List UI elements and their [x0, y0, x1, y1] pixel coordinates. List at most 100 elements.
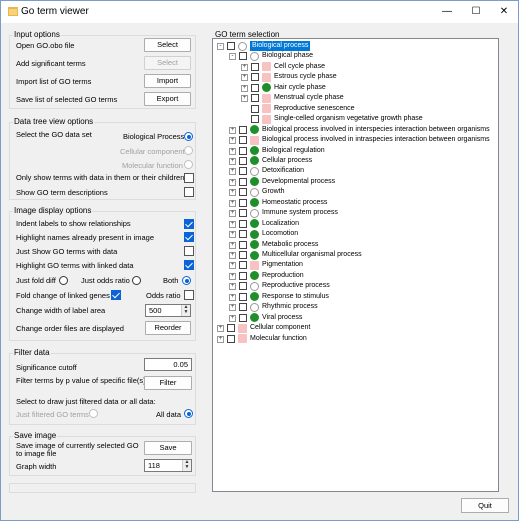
tree-node-label[interactable]: Metabolic process: [262, 240, 318, 250]
select-obo-button[interactable]: Select: [144, 38, 191, 52]
fold-change-checkbox[interactable]: [111, 290, 121, 300]
tree-node-label[interactable]: Multicellular organismal process: [262, 250, 362, 260]
tree-node-checkbox[interactable]: [251, 62, 259, 71]
tree-node-label[interactable]: Response to stimulus: [262, 292, 329, 302]
tree-node-label[interactable]: Developmental process: [262, 177, 335, 187]
tree-node-label[interactable]: Reproduction: [262, 271, 304, 281]
tree-node[interactable]: + Pigmentation: [229, 260, 493, 271]
expand-icon[interactable]: +: [229, 137, 236, 145]
highlight-linked-checkbox[interactable]: [184, 260, 194, 270]
tree-node-label[interactable]: Single-celled organism vegetative growth…: [274, 114, 423, 124]
go-term-tree[interactable]: - Biological process - Biological phase + Cel…: [212, 38, 499, 492]
save-button[interactable]: Save: [144, 441, 192, 455]
tree-node[interactable]: + Locomotion: [229, 229, 493, 240]
tree-node-checkbox[interactable]: [239, 156, 247, 165]
only-show-checkbox[interactable]: [184, 173, 194, 183]
tree-node-checkbox[interactable]: [239, 125, 247, 134]
expand-icon[interactable]: +: [229, 314, 236, 322]
tree-node-checkbox[interactable]: [227, 334, 235, 343]
tree-node-label[interactable]: Biological process: [250, 41, 311, 51]
tree-node-label[interactable]: Pigmentation: [262, 260, 303, 270]
export-button[interactable]: Export: [144, 92, 191, 106]
expand-icon[interactable]: +: [229, 199, 236, 207]
label-width-spinner[interactable]: ▲ ▼: [181, 305, 190, 316]
tree-node-checkbox[interactable]: [239, 136, 247, 145]
tree-node[interactable]: + Biological regulation: [229, 146, 493, 157]
tree-node-label[interactable]: Molecular function: [250, 334, 307, 344]
tree-node-label[interactable]: Growth: [262, 187, 285, 197]
tree-node-label[interactable]: Reproductive senescence: [274, 104, 355, 114]
tree-node-label[interactable]: Estrous cycle phase: [274, 72, 337, 82]
tree-node-label[interactable]: Rhythmic process: [262, 302, 318, 312]
tree-node-checkbox[interactable]: [239, 313, 247, 322]
tree-node[interactable]: + Hair cycle phase: [241, 83, 493, 94]
graph-width-spinner[interactable]: ▲ ▼: [182, 460, 191, 471]
expand-icon[interactable]: +: [217, 325, 224, 333]
collapse-icon[interactable]: -: [229, 53, 236, 61]
import-button[interactable]: Import: [144, 74, 191, 88]
expand-icon[interactable]: +: [229, 304, 236, 312]
expand-icon[interactable]: +: [229, 220, 236, 228]
tree-node[interactable]: + Metabolic process: [229, 240, 493, 251]
tree-node-label[interactable]: Biological phase: [262, 51, 313, 61]
tree-node[interactable]: + Response to stimulus: [229, 292, 493, 303]
expand-icon[interactable]: +: [229, 178, 236, 186]
tree-node[interactable]: + Localization: [229, 219, 493, 230]
tree-node[interactable]: - Biological phase: [229, 51, 493, 62]
tree-node[interactable]: + Immune system process: [229, 208, 493, 219]
tree-node-checkbox[interactable]: [251, 94, 259, 103]
tree-node-checkbox[interactable]: [239, 146, 247, 155]
tree-node-checkbox[interactable]: [239, 167, 247, 176]
odds-ratio-checkbox[interactable]: [184, 290, 194, 300]
tree-node[interactable]: Single-celled organism vegetative growth…: [241, 114, 493, 125]
tree-node[interactable]: + Reproductive process: [229, 281, 493, 292]
tree-node-label[interactable]: Cellular component: [250, 323, 310, 333]
tree-node-label[interactable]: Biological regulation: [262, 146, 325, 156]
tree-node-checkbox[interactable]: [239, 303, 247, 312]
expand-icon[interactable]: +: [229, 126, 236, 134]
tree-node[interactable]: + Developmental process: [229, 177, 493, 188]
tree-node-label[interactable]: Locomotion: [262, 229, 298, 239]
collapse-icon[interactable]: -: [217, 43, 224, 50]
reorder-button[interactable]: Reorder: [145, 321, 191, 335]
both-radio[interactable]: [182, 276, 191, 285]
tree-node-checkbox[interactable]: [251, 73, 259, 82]
tree-node-label[interactable]: Biological process involved in intraspec…: [262, 135, 490, 145]
tree-node-checkbox[interactable]: [251, 115, 259, 124]
tree-node-checkbox[interactable]: [239, 251, 247, 259]
tree-node-label[interactable]: Viral process: [262, 313, 302, 323]
tree-node-checkbox[interactable]: [239, 282, 247, 291]
expand-icon[interactable]: +: [229, 231, 236, 239]
show-desc-checkbox[interactable]: [184, 187, 194, 197]
tree-node-checkbox[interactable]: [251, 104, 259, 113]
all-data-radio[interactable]: [184, 409, 193, 418]
tree-node-checkbox[interactable]: [227, 324, 235, 333]
tree-node[interactable]: + Reproduction: [229, 271, 493, 282]
tree-node[interactable]: + Multicellular organismal process: [229, 250, 493, 261]
tree-node-checkbox[interactable]: [239, 198, 247, 207]
expand-icon[interactable]: +: [229, 293, 236, 301]
tree-node-checkbox[interactable]: [239, 240, 247, 249]
expand-icon[interactable]: +: [217, 335, 224, 343]
tree-node[interactable]: + Rhythmic process: [229, 302, 493, 313]
expand-icon[interactable]: +: [229, 283, 236, 291]
tree-node[interactable]: + Cellular process: [229, 156, 493, 167]
tree-node-checkbox[interactable]: [239, 177, 247, 186]
tree-node-checkbox[interactable]: [239, 52, 247, 61]
tree-node-checkbox[interactable]: [239, 261, 247, 270]
tree-node-label[interactable]: Immune system process: [262, 208, 338, 218]
tree-node[interactable]: + Molecular function: [217, 334, 493, 345]
quit-button[interactable]: Quit: [461, 498, 509, 513]
tree-node-checkbox[interactable]: [239, 219, 247, 228]
expand-icon[interactable]: +: [229, 252, 236, 259]
tree-node-label[interactable]: Cell cycle phase: [274, 62, 325, 72]
tree-node[interactable]: - Biological process: [217, 41, 493, 52]
odds-ratio-radio[interactable]: [132, 276, 141, 285]
tree-node-label[interactable]: Homeostatic process: [262, 198, 327, 208]
indent-checkbox[interactable]: [184, 219, 194, 229]
tree-node-checkbox[interactable]: [239, 292, 247, 301]
tree-node-checkbox[interactable]: [239, 230, 247, 239]
tree-node[interactable]: + Biological process involved in intraspe…: [229, 135, 493, 146]
tree-node-checkbox[interactable]: [227, 42, 235, 50]
graph-width-input[interactable]: 118 ▲ ▼: [144, 459, 192, 472]
